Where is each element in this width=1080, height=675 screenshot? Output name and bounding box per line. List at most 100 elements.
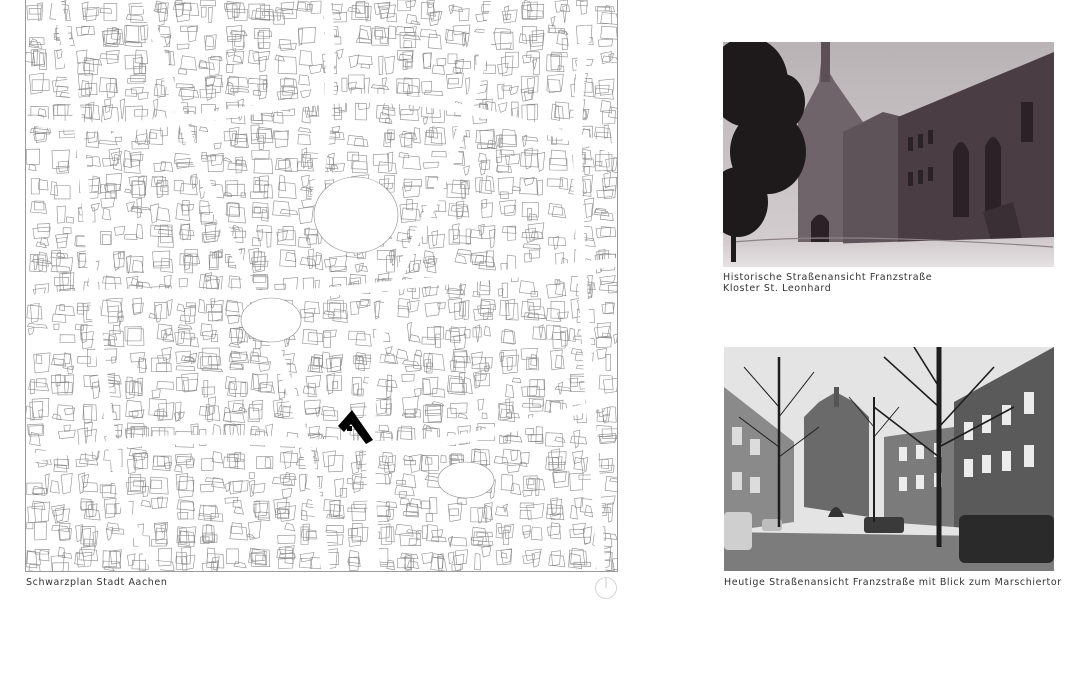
building-outline [373, 1, 391, 15]
building-outline [454, 254, 467, 265]
current-street-photo [724, 347, 1054, 571]
building-outline [510, 449, 519, 462]
building-outline [599, 150, 610, 168]
building-outline [251, 237, 261, 247]
building-outline [584, 504, 594, 518]
building-outline [510, 482, 522, 496]
building-outline [211, 451, 223, 464]
building-outline [474, 176, 483, 193]
building-outline [378, 424, 390, 432]
building-outline [83, 59, 99, 76]
building-outline [381, 77, 387, 87]
building-outline [570, 504, 578, 520]
building-outline [550, 349, 563, 371]
building-outline [447, 502, 463, 522]
building-outline [174, 330, 186, 345]
building-outline [60, 472, 73, 495]
building-outline [150, 497, 168, 509]
building-outline [276, 501, 290, 520]
building-outline [323, 331, 332, 348]
building-outline [298, 206, 314, 224]
building-outline [201, 561, 219, 571]
building-outline [207, 6, 213, 24]
building-outline [537, 151, 546, 172]
building-outline [258, 361, 271, 372]
building-outline [477, 507, 484, 524]
building-outline [536, 379, 545, 390]
building-outline [130, 86, 144, 95]
building-outline [354, 102, 368, 121]
building-outline [130, 74, 147, 82]
building-outline [250, 483, 266, 494]
building-outline [413, 127, 421, 144]
building-outline [28, 72, 45, 95]
building-outline [325, 534, 344, 546]
building-outline [233, 9, 248, 21]
building-outline [379, 36, 388, 44]
building-outline [53, 185, 71, 200]
building-outline [180, 332, 196, 340]
building-outline [557, 381, 564, 396]
building-outline [176, 499, 195, 511]
building-outline [550, 149, 567, 166]
building-outline [51, 78, 70, 93]
building-outline [281, 487, 293, 499]
building-outline [424, 90, 444, 96]
building-outline [199, 0, 217, 7]
building-outline [65, 216, 75, 224]
building-outline [436, 58, 447, 66]
building-outline [348, 556, 359, 571]
building-outline [112, 324, 121, 335]
building-outline [175, 365, 196, 371]
building-outline [341, 77, 348, 92]
building-outline [76, 49, 88, 64]
building-outline [555, 280, 567, 297]
building-outline [550, 301, 565, 319]
building-outline [352, 161, 368, 174]
building-outline [53, 323, 60, 330]
building-outline [497, 62, 509, 75]
building-outline [504, 51, 520, 69]
building-outline [204, 477, 224, 483]
building-outline [228, 126, 240, 147]
building-outline [552, 235, 560, 251]
building-outline [156, 408, 165, 421]
building-outline [431, 150, 447, 158]
building-outline [406, 321, 412, 342]
building-outline [526, 503, 545, 520]
building-outline [28, 164, 37, 172]
building-outline [308, 425, 320, 439]
building-outline [199, 126, 209, 132]
building-outline [100, 197, 115, 209]
building-outline [208, 396, 217, 416]
building-outline [114, 136, 122, 142]
building-outline [525, 478, 535, 486]
building-outline [426, 524, 439, 543]
historic-photo-caption-line2: Kloster St. Leonhard [723, 283, 832, 294]
building-outline [198, 298, 206, 314]
building-outline [282, 226, 294, 241]
building-outline [551, 205, 567, 219]
building-outline [475, 324, 481, 343]
building-outline [402, 395, 419, 415]
building-outline [406, 300, 420, 313]
building-outline [435, 333, 441, 349]
building-outline [406, 84, 420, 98]
building-outline [148, 312, 158, 320]
building-outline [562, 4, 568, 24]
building-outline [83, 508, 101, 521]
building-outline [152, 455, 165, 467]
map-caption: Schwarzplan Stadt Aachen [26, 577, 168, 588]
building-outline [457, 413, 468, 420]
building-outline [126, 276, 139, 291]
building-outline [99, 53, 119, 60]
building-outline [384, 117, 393, 124]
building-outline [77, 356, 91, 364]
building-outline [50, 375, 66, 383]
building-outline [475, 129, 496, 144]
building-outline [603, 172, 612, 189]
building-outline [421, 552, 433, 565]
figure-ground-map [25, 0, 618, 572]
building-outline [226, 548, 239, 564]
building-outline [554, 101, 570, 120]
